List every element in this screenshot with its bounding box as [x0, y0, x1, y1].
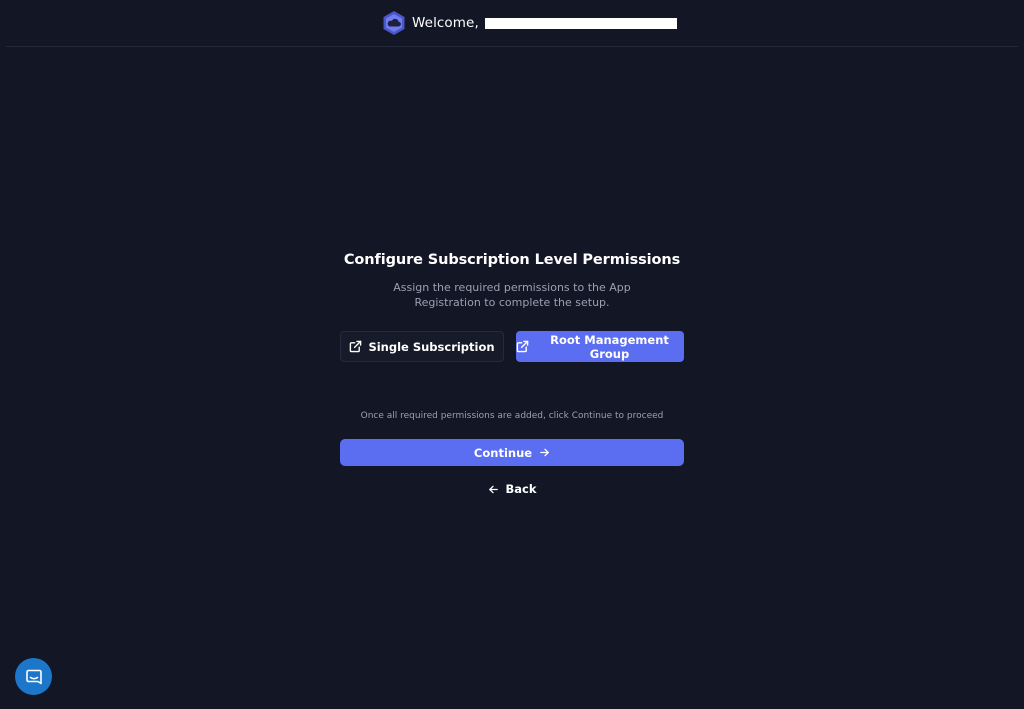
continue-label: Continue [473, 445, 533, 460]
chat-bubble-icon [25, 669, 42, 684]
root-management-group-label: Root Management Group [550, 332, 669, 361]
back-button[interactable]: Back [482, 480, 542, 498]
continue-button[interactable]: Continue [340, 439, 684, 466]
welcome-label: Welcome, [412, 15, 479, 31]
arrow-right-icon [540, 448, 549, 457]
page-title: Configure Subscription Level Permissions [343, 252, 681, 268]
page-subtitle: Assign the required permissions to the A… [393, 281, 631, 309]
root-management-group-button[interactable]: Root Management Group [516, 331, 684, 362]
continue-hint: Once all required permissions are added,… [360, 411, 664, 421]
top-bar: Welcome, [6, 0, 1018, 47]
scope-options: Single Subscription Root Management Grou… [340, 331, 684, 362]
back-label: Back [505, 482, 537, 496]
permissions-card: Configure Subscription Level Permissions… [340, 250, 684, 496]
chat-launcher-button[interactable] [15, 658, 52, 695]
welcome-text: Welcome, [412, 15, 678, 31]
single-subscription-button[interactable]: Single Subscription [340, 331, 504, 362]
arrow-left-icon [488, 485, 498, 493]
external-link-icon [350, 340, 362, 353]
brand: Welcome, [382, 10, 678, 36]
single-subscription-label: Single Subscription [368, 339, 495, 354]
cloud-hexagon-icon[interactable] [382, 10, 406, 36]
redacted-username [485, 17, 678, 29]
external-link-icon [516, 340, 529, 353]
